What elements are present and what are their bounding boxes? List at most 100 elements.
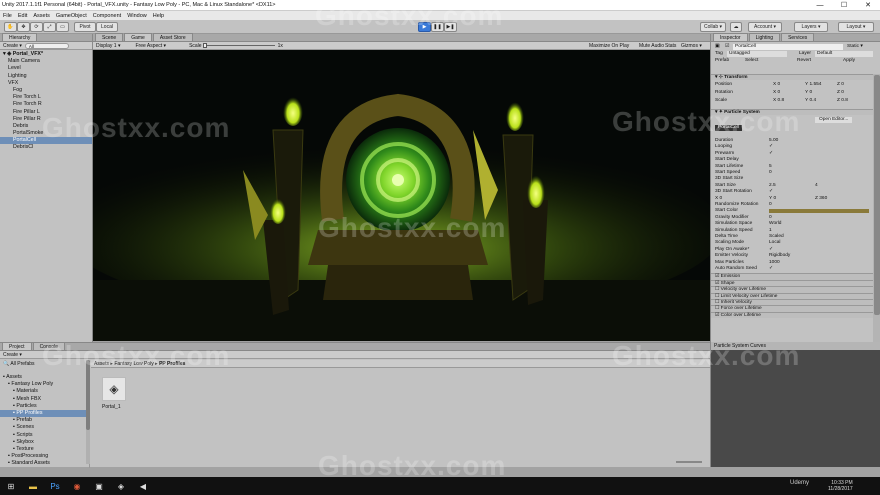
hierarchy-item[interactable]: Lighting bbox=[0, 73, 92, 80]
static-toggle[interactable]: Static ▾ bbox=[847, 44, 863, 50]
app-icon[interactable]: ▣ bbox=[88, 477, 110, 495]
menu-file[interactable]: File bbox=[3, 13, 12, 19]
unity-asset-icon[interactable]: ◈ bbox=[102, 377, 126, 401]
module-checkbox[interactable]: ☐ bbox=[715, 300, 719, 305]
breadcrumb-pp-profiles[interactable]: PP Profiles bbox=[159, 361, 185, 367]
project-create-button[interactable]: Create ▾ bbox=[3, 352, 22, 358]
gizmos-dropdown[interactable]: Gizmos ▾ bbox=[681, 43, 702, 49]
tag-dropdown[interactable]: Untagged bbox=[727, 51, 787, 58]
active-checkbox[interactable]: ☑ bbox=[725, 44, 729, 50]
transform-z[interactable]: Z 0 bbox=[837, 82, 844, 88]
hierarchy-item[interactable]: VFX bbox=[0, 80, 92, 87]
tab-inspector[interactable]: Inspector bbox=[713, 33, 748, 41]
transform-y[interactable]: Y 0 bbox=[805, 90, 812, 96]
project-folder-item[interactable]: ▪ Prefab bbox=[0, 417, 89, 424]
step-button[interactable]: ▶❚ bbox=[444, 22, 457, 32]
project-folder-item[interactable]: ▪ Mesh FBX bbox=[0, 396, 89, 403]
hierarchy-item[interactable]: Fire Torch R bbox=[0, 101, 92, 108]
aspect-dropdown[interactable]: Free Aspect ▾ bbox=[135, 43, 166, 49]
transform-x[interactable]: X 0 bbox=[773, 82, 780, 88]
pivot-toggle[interactable]: Pivot bbox=[74, 22, 96, 32]
prefab-revert-button[interactable]: Revert bbox=[797, 58, 811, 64]
media-icon[interactable]: ◀ bbox=[132, 477, 154, 495]
scale-tool-icon[interactable]: ⤢ bbox=[43, 22, 56, 32]
tab-game[interactable]: Game bbox=[124, 33, 152, 41]
layout-dropdown[interactable]: Layout ▾ bbox=[838, 22, 874, 32]
transform-z[interactable]: Z 0.8 bbox=[837, 98, 848, 104]
layer-dropdown[interactable]: Default bbox=[815, 51, 873, 58]
hierarchy-item[interactable]: PortalSmoke bbox=[0, 130, 92, 137]
file-explorer-icon[interactable]: ▬ bbox=[22, 477, 44, 495]
hierarchy-item[interactable]: PortalCell bbox=[0, 137, 92, 145]
account-dropdown[interactable]: Account ▾ bbox=[748, 22, 782, 32]
menu-window[interactable]: Window bbox=[127, 13, 147, 19]
project-folder-item[interactable]: ▪ Materials bbox=[0, 388, 89, 395]
hierarchy-item[interactable]: Fire Pillar L bbox=[0, 109, 92, 116]
transform-x[interactable]: X 0.8 bbox=[773, 98, 784, 104]
module-checkbox[interactable]: ☐ bbox=[715, 287, 719, 292]
module-checkbox[interactable]: ☑ bbox=[715, 281, 719, 286]
maximize-on-play-toggle[interactable]: Maximize On Play bbox=[589, 43, 629, 49]
start-color-swatch[interactable] bbox=[769, 209, 869, 214]
project-folder-item[interactable]: ▪ Skybox bbox=[0, 439, 89, 446]
hand-tool-icon[interactable]: ✋ bbox=[4, 22, 17, 32]
tab-asset-store[interactable]: Asset Store bbox=[152, 33, 193, 41]
transform-x[interactable]: X 0 bbox=[773, 90, 780, 96]
project-folder-item[interactable]: ▪ Scripts bbox=[0, 432, 89, 439]
module-checkbox[interactable]: ☑ bbox=[715, 313, 719, 318]
collab-button[interactable]: Collab ▾ bbox=[700, 22, 726, 32]
display-dropdown[interactable]: Display 1 ▾ bbox=[96, 43, 120, 49]
scene-root[interactable]: ▾ ◈ Portal_VFX* bbox=[0, 51, 92, 58]
local-toggle[interactable]: Local bbox=[96, 22, 118, 32]
open-editor-button[interactable]: Open Editor... bbox=[815, 117, 853, 124]
cloud-icon[interactable]: ☁ bbox=[730, 22, 742, 32]
project-folder-item[interactable]: ▪ Texture bbox=[0, 446, 89, 453]
hierarchy-item[interactable]: Main Camera bbox=[0, 58, 92, 65]
windows-start-icon[interactable]: ⊞ bbox=[0, 477, 22, 495]
hierarchy-item[interactable]: Debris bbox=[0, 123, 92, 130]
icon-size-slider[interactable] bbox=[676, 461, 702, 463]
hierarchy-create-button[interactable]: Create ▾ bbox=[3, 43, 22, 49]
minimize-button[interactable]: — bbox=[808, 0, 832, 11]
inspector-scrollbar[interactable] bbox=[873, 74, 880, 342]
move-tool-icon[interactable]: ✥ bbox=[17, 22, 30, 32]
menu-edit[interactable]: Edit bbox=[18, 13, 27, 19]
menu-gameobject[interactable]: GameObject bbox=[56, 13, 87, 19]
tab-console[interactable]: Console bbox=[32, 342, 65, 350]
hierarchy-search-input[interactable]: All bbox=[24, 42, 69, 49]
transform-header[interactable]: ▾ ⊹ Transform bbox=[711, 74, 873, 81]
menu-assets[interactable]: Assets bbox=[33, 13, 50, 19]
property-value[interactable]: ✓ bbox=[769, 266, 773, 272]
play-button[interactable]: ▶ bbox=[418, 22, 431, 32]
project-folder-item[interactable]: ▪ Assets bbox=[0, 374, 89, 381]
hierarchy-item[interactable]: Fire Torch L bbox=[0, 94, 92, 101]
chrome-icon[interactable]: ◉ bbox=[66, 477, 88, 495]
tab-services[interactable]: Services bbox=[781, 33, 815, 41]
transform-y[interactable]: Y 1.554 bbox=[805, 82, 821, 88]
game-view-render[interactable] bbox=[93, 50, 710, 341]
project-folder-item[interactable]: ▪ Scenes bbox=[0, 424, 89, 431]
project-folder-item[interactable]: ▪ PP Profiles bbox=[0, 409, 89, 418]
hierarchy-item[interactable]: Fog bbox=[0, 87, 92, 94]
project-folder-item[interactable]: ▪ Fantasy Low Poly bbox=[0, 381, 89, 388]
scale-slider[interactable] bbox=[202, 43, 275, 48]
prefab-select-button[interactable]: Select bbox=[745, 58, 758, 64]
menu-component[interactable]: Component bbox=[93, 13, 121, 19]
project-folder-item[interactable]: ▪ Particles bbox=[0, 403, 89, 410]
rect-tool-icon[interactable]: ▭ bbox=[56, 22, 69, 32]
transform-y[interactable]: Y 0.4 bbox=[805, 98, 816, 104]
hierarchy-item[interactable]: Fire Pillar R bbox=[0, 116, 92, 123]
tab-lighting[interactable]: Lighting bbox=[748, 33, 781, 41]
particle-property-row[interactable]: Auto Random Seed ✓ bbox=[711, 266, 880, 272]
stats-toggle[interactable]: Stats bbox=[665, 43, 676, 49]
layers-dropdown[interactable]: Layers ▾ bbox=[794, 22, 828, 32]
project-scrollbar[interactable] bbox=[86, 360, 90, 464]
tab-scene[interactable]: Scene bbox=[95, 33, 124, 41]
transform-z[interactable]: Z 0 bbox=[837, 90, 844, 96]
maximize-button[interactable]: ☐ bbox=[832, 0, 856, 11]
particle-module-header[interactable]: ☑ Color over Lifetime bbox=[711, 311, 873, 319]
photoshop-icon[interactable]: Ps bbox=[44, 477, 66, 495]
breadcrumb-assets[interactable]: Assets bbox=[94, 361, 109, 367]
prefab-apply-button[interactable]: Apply bbox=[843, 58, 855, 64]
pause-button[interactable]: ❚❚ bbox=[431, 22, 444, 32]
